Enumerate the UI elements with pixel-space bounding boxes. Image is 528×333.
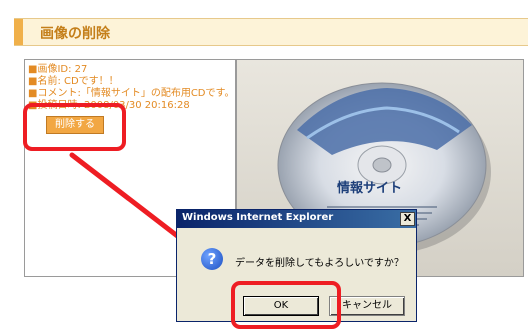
- close-icon[interactable]: X: [400, 212, 415, 226]
- question-icon: ?: [201, 248, 223, 270]
- dialog-message: データを削除してもよろしいですか？: [235, 258, 404, 269]
- delete-highlight: [23, 103, 126, 151]
- dialog-title: Windows Internet Explorer: [182, 212, 334, 223]
- ok-highlight: [231, 281, 341, 329]
